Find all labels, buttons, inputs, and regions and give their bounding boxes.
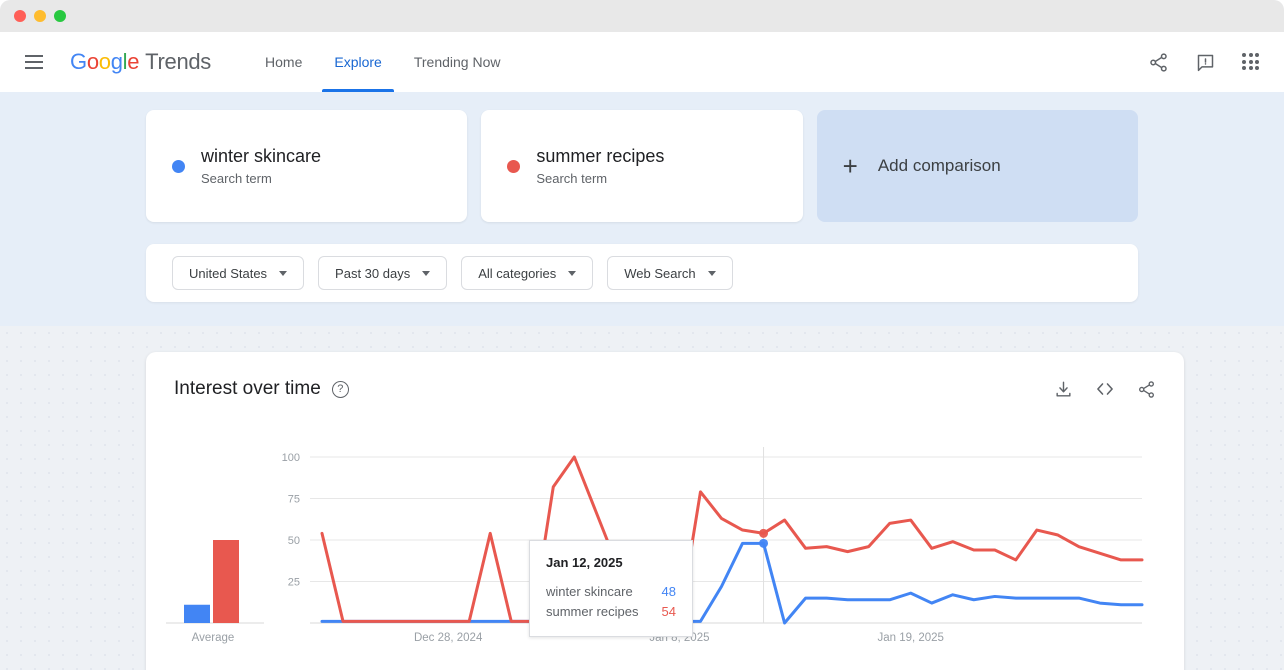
svg-text:100: 100 [282, 452, 300, 464]
series-color-dot-blue [172, 159, 185, 173]
logo-letter-g2: g [110, 49, 123, 74]
window-zoom-button[interactable] [54, 10, 66, 22]
location-filter[interactable]: United States [172, 256, 305, 290]
browser-window: Google Trends Home Explore Trending Now [0, 0, 1284, 670]
logo-product-name: Trends [145, 49, 212, 74]
svg-text:Dec 28, 2024: Dec 28, 2024 [414, 632, 483, 644]
chevron-down-icon [422, 270, 431, 276]
nav-item-explore[interactable]: Explore [322, 32, 395, 92]
tooltip-series-value: 48 [661, 584, 676, 599]
comparison-terms-row: winter skincare Search term summer recip… [0, 110, 1284, 222]
location-filter-value: United States [189, 265, 268, 281]
logo-letter-e: e [127, 49, 140, 74]
comparison-band: winter skincare Search term summer recip… [0, 92, 1284, 326]
time-range-filter[interactable]: Past 30 days [318, 256, 448, 290]
svg-text:25: 25 [288, 577, 300, 589]
chevron-down-icon [568, 270, 577, 276]
tooltip-date: Jan 12, 2025 [546, 555, 623, 570]
window-close-button[interactable] [14, 10, 26, 22]
window-minimize-button[interactable] [34, 10, 46, 22]
share-icon[interactable] [1148, 52, 1169, 73]
tooltip-row-summer-recipes: summer recipes 54 [546, 604, 676, 619]
tooltip-series-value: 54 [661, 604, 676, 619]
logo-letter-g: G [70, 49, 87, 74]
search-type-filter-value: Web Search [624, 265, 696, 281]
help-icon[interactable]: ? [331, 380, 349, 398]
download-icon[interactable] [1054, 380, 1073, 399]
embed-code-icon[interactable] [1095, 379, 1115, 399]
svg-text:Jan 19, 2025: Jan 19, 2025 [877, 632, 944, 644]
search-term-subtitle: Search term [536, 171, 608, 187]
chart-header: Interest over time ? [146, 352, 1184, 400]
search-term-title: summer recipes [536, 145, 665, 166]
tooltip-row-winter-skincare: winter skincare 48 [546, 584, 676, 599]
svg-text:Average: Average [192, 632, 235, 644]
window-titlebar [0, 0, 1284, 32]
main-nav: Home Explore Trending Now [253, 32, 512, 92]
google-trends-logo[interactable]: Google Trends [70, 49, 211, 75]
plus-icon: + [842, 151, 858, 181]
interest-over-time-card: Interest over time ? 100 75 50 25 Dec 28… [146, 352, 1184, 670]
svg-text:75: 75 [288, 494, 300, 506]
add-comparison-label: Add comparison [877, 156, 1001, 175]
feedback-icon[interactable] [1195, 52, 1216, 73]
hamburger-menu-icon[interactable] [14, 42, 54, 82]
google-apps-icon[interactable] [1242, 53, 1260, 71]
share-icon[interactable] [1137, 380, 1156, 399]
tooltip-series-name: winter skincare [546, 584, 633, 599]
time-range-filter-value: Past 30 days [335, 265, 411, 281]
search-term-card-summer-recipes[interactable]: summer recipes Search term [481, 110, 803, 222]
search-term-title: winter skincare [201, 145, 322, 166]
nav-item-trending-now[interactable]: Trending Now [402, 32, 513, 92]
search-type-filter[interactable]: Web Search [607, 256, 733, 290]
app-header: Google Trends Home Explore Trending Now [0, 32, 1284, 92]
nav-item-home[interactable]: Home [253, 32, 314, 92]
search-term-card-winter-skincare[interactable]: winter skincare Search term [146, 110, 468, 222]
series-color-dot-red [507, 159, 521, 173]
filters-bar: United States Past 30 days All categorie… [146, 244, 1138, 302]
chart-toolbar [1054, 379, 1156, 399]
svg-text:50: 50 [288, 535, 300, 547]
chevron-down-icon [279, 270, 288, 276]
category-filter[interactable]: All categories [461, 256, 594, 290]
search-term-subtitle: Search term [201, 171, 272, 187]
category-filter-value: All categories [478, 265, 557, 281]
chevron-down-icon [707, 270, 716, 276]
add-comparison-button[interactable]: + Add comparison [816, 110, 1138, 222]
chart-tooltip: Jan 12, 2025 winter skincare 48 summer r… [529, 540, 693, 637]
logo-letter-o1: o [86, 49, 99, 74]
tooltip-series-name: summer recipes [546, 604, 639, 619]
page-title: Interest over time [174, 378, 321, 399]
content-area: Interest over time ? 100 75 50 25 Dec 28… [0, 326, 1284, 670]
header-actions [1148, 52, 1260, 73]
logo-letter-o2: o [98, 49, 111, 74]
